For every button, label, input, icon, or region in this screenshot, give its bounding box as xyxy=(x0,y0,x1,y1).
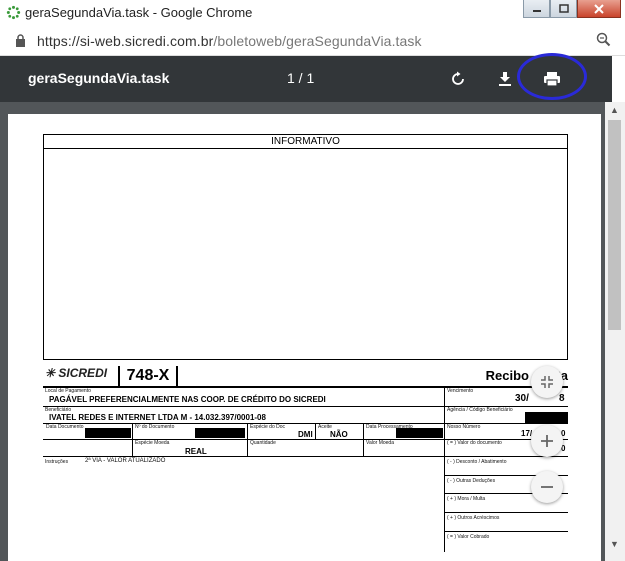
beneficiario-cell: Beneficiário IVATEL REDES E INTERNET LTD… xyxy=(43,407,445,424)
pdf-viewer: INFORMATIVO ✳ SICREDI 748-X Recibo do Pa… xyxy=(0,102,612,561)
quantidade-cell: Quantidade xyxy=(248,440,364,457)
pdf-title: geraSegundaVia.task xyxy=(28,70,170,86)
sicredi-logo: ✳ SICREDI xyxy=(45,366,108,380)
zoom-icon[interactable] xyxy=(596,32,611,47)
instrucoes-cell: Instruções 2ª VIA - VALOR ATUALIZADO xyxy=(43,457,445,552)
especie-doc-cell: Espécie do Doc DMI xyxy=(248,424,316,440)
vencimento: 30/ xyxy=(515,393,529,404)
redaction xyxy=(396,428,443,438)
especie-moeda-cell: Espécie Moeda REAL xyxy=(133,440,248,457)
beneficiario: IVATEL REDES E INTERNET LTDA M - 14.032.… xyxy=(49,413,266,422)
minimize-button[interactable] xyxy=(523,0,550,18)
zoom-in-icon xyxy=(541,435,553,447)
zoom-out-button[interactable] xyxy=(531,471,563,503)
local-pagamento-cell: Local de Pagamento PAGÁVEL PREFERENCIALM… xyxy=(43,388,445,407)
scroll-up-arrow-icon[interactable]: ▲ xyxy=(610,105,619,115)
aceite-cell: Aceite NÃO xyxy=(316,424,364,440)
page-count: 1 / 1 xyxy=(287,70,315,86)
redaction xyxy=(195,428,245,438)
rotate-button[interactable] xyxy=(447,68,469,90)
download-icon xyxy=(499,72,511,86)
redaction xyxy=(85,428,131,438)
window-title: geraSegundaVia.task - Google Chrome xyxy=(25,5,253,20)
redaction xyxy=(525,412,568,423)
lock-icon xyxy=(16,34,25,47)
nr-documento-cell: Nº do Documento xyxy=(133,424,248,440)
acrescimos-cell: ( + ) Outros Acréscimos xyxy=(445,513,568,532)
url-text: https://si-web.sicredi.com.br/boletoweb/… xyxy=(37,33,422,49)
valor-moeda-cell: Valor Moeda xyxy=(364,440,445,457)
fit-page-icon xyxy=(541,376,553,388)
scrollbar[interactable]: ▲ ▼ xyxy=(605,102,625,561)
data-documento-cell: Data Documento xyxy=(43,424,133,440)
instrucoes-text: 2ª VIA - VALOR ATUALIZADO xyxy=(85,458,166,464)
close-button[interactable] xyxy=(577,0,621,18)
informativo-header: INFORMATIVO xyxy=(44,135,567,149)
maximize-button[interactable] xyxy=(550,0,577,18)
scroll-thumb[interactable] xyxy=(608,120,621,330)
download-button[interactable] xyxy=(494,68,516,90)
browser-window: geraSegundaVia.task - Google Chrome http… xyxy=(0,0,625,561)
zoom-out-icon xyxy=(541,486,553,488)
rotate-icon xyxy=(452,71,464,85)
scroll-down-arrow-icon[interactable]: ▼ xyxy=(610,539,619,549)
uso-banco-cell xyxy=(43,440,133,457)
title-bar: geraSegundaVia.task - Google Chrome xyxy=(0,0,625,26)
data-processamento-cell: Data Processamento xyxy=(364,424,445,440)
print-highlight-circle xyxy=(517,53,587,100)
fit-page-button[interactable] xyxy=(531,366,563,398)
valor-cobrado-cell: ( = ) Valor Cobrado xyxy=(447,534,490,540)
pdf-page: INFORMATIVO ✳ SICREDI 748-X Recibo do Pa… xyxy=(8,114,601,561)
sicredi-favicon-icon xyxy=(6,5,21,20)
window-controls xyxy=(523,0,621,18)
informativo-box: INFORMATIVO xyxy=(43,134,568,360)
address-bar[interactable]: https://si-web.sicredi.com.br/boletoweb/… xyxy=(0,26,625,56)
local-pagamento: PAGÁVEL PREFERENCIALMENTE NAS COOP. DE C… xyxy=(49,395,326,404)
zoom-in-button[interactable] xyxy=(531,425,563,457)
boleto-grid: Local de Pagamento PAGÁVEL PREFERENCIALM… xyxy=(43,386,568,552)
bank-code: 748-X xyxy=(118,366,178,386)
agencia-cell: Agência / Código Beneficiário xyxy=(445,407,568,424)
